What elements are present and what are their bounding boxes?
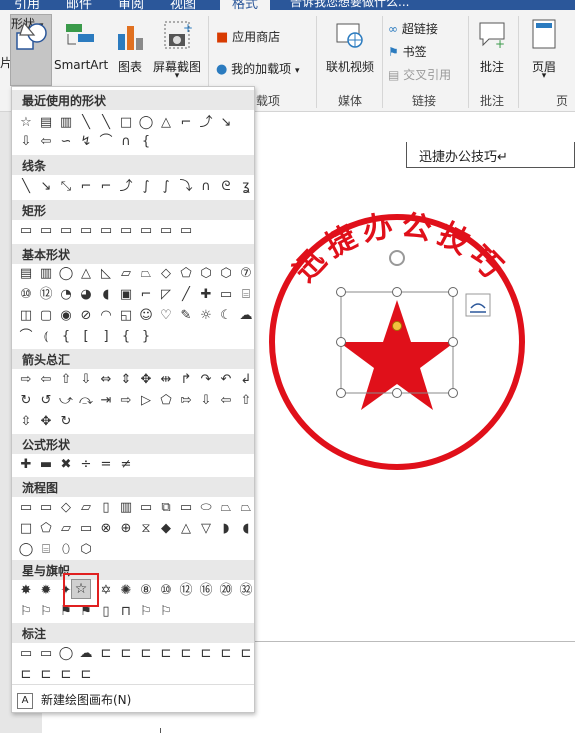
chart-label: 图表 <box>117 60 142 74</box>
tell-me-box[interactable]: 告诉我您想要做什么... <box>290 0 409 10</box>
shape-row[interactable]: ⌒ ⦅{[]{} <box>17 328 253 346</box>
shapes-button[interactable]: 形状 ▾ <box>10 14 52 86</box>
chevron-down-icon: ▾ <box>541 71 547 81</box>
section-block-arrows: 箭头总汇 <box>12 349 254 369</box>
chevron-down-icon: ▾ <box>295 66 300 76</box>
smartart-icon <box>66 24 94 45</box>
header-button[interactable]: 页眉 ▾ <box>522 14 566 84</box>
chevron-down-icon: ▾ <box>174 71 180 81</box>
title-bar: 引用 邮件 审阅 视图 格式 告诉我您想要做什么... <box>0 0 575 10</box>
rotate-handle[interactable] <box>389 250 405 266</box>
chart-button[interactable]: 图表 <box>112 14 148 84</box>
bookmark-icon: ⚑ <box>388 45 399 59</box>
header-icon <box>532 19 556 49</box>
screenshot-button[interactable]: + 屏幕截图 ▾ <box>150 14 204 84</box>
store-icon: ■ <box>216 30 229 45</box>
app-store-label: 应用商店 <box>232 30 281 44</box>
section-basic-shapes: 基本形状 <box>12 244 254 264</box>
shape-row[interactable]: ▭ ▭ ◯ ☁ ⊏ ⊏ ⊏ ⊏ ⊏ ⊏ ⊏ ⊏ <box>17 645 253 663</box>
crossref-button[interactable]: ▤ 交叉引用 <box>388 66 451 83</box>
shape-row[interactable]: ╲ ↘ ⤡ ⌐ ⌐ ⤴ ∫ ∫ ⤵ ∩ ᘓ ʓ <box>17 178 253 196</box>
bar-chart-icon <box>118 26 143 50</box>
tab-review[interactable]: 审阅 <box>118 0 144 10</box>
online-video-button[interactable]: 联机视频 <box>322 14 378 84</box>
divider <box>316 16 317 108</box>
divider <box>468 16 469 108</box>
bookmark-button[interactable]: ⚑ 书签 <box>388 43 427 60</box>
shape-row[interactable]: ⑩ ⑫ ◔ ◕ ◖ ▣ ⌐ ◸ ╱ ✚ ▭ ⌸ <box>17 286 253 304</box>
shape-row[interactable]: ▭ ▭ ◇ ▱ ▯ ▥ ▭ ⧉ ▭ ⬭ ⏢ ⏢ <box>17 499 253 517</box>
section-flowchart: 流程图 <box>12 477 254 497</box>
smartart-label: SmartArt <box>54 58 109 72</box>
addins-icon: ● <box>216 62 228 77</box>
cursor-mark <box>160 728 161 733</box>
new-canvas-label: 新建绘图画布(N) <box>41 693 132 707</box>
shape-row[interactable]: ◫ ▢ ◉ ⊘ ◠ ◱ ☺ ♡ ✎ ☼ ☾ ☁ <box>17 307 253 325</box>
section-rectangles: 矩形 <box>12 200 254 220</box>
section-stars-banners: 星与旗帜 <box>12 560 254 580</box>
crossref-icon: ▤ <box>388 68 400 82</box>
tab-mailings[interactable]: 邮件 <box>66 0 92 10</box>
screenshot-icon: + <box>164 21 193 49</box>
shape-row[interactable]: ⚐ ⚐ ⚑ ⚑ ▯ ⊓ ⚐ ⚐ <box>17 603 253 621</box>
svg-text:+: + <box>183 21 193 35</box>
shape-row[interactable]: ▤ ▥ ◯ △ ◺ ▱ ⏢ ◇ ⬠ ⬡ ⬡ ⑦ <box>17 265 253 283</box>
menu-divider <box>12 684 254 685</box>
shape-row[interactable]: ↻ ↺ ⤻ ⤼ ⇥ ⇨ ▷ ⬠ ⇰ ⇩ ⇦ ⇧ <box>17 392 253 410</box>
canvas-icon: A <box>17 692 33 709</box>
shape-row[interactable]: ⇳ ✥ ↻ <box>17 413 253 431</box>
section-equation-shapes: 公式形状 <box>12 434 254 454</box>
tab-format[interactable]: 格式 <box>220 0 271 10</box>
seal-text: 迅捷办公技巧 <box>287 208 506 289</box>
adjust-handle[interactable] <box>392 321 402 331</box>
svg-text:迅捷办公技巧: 迅捷办公技巧 <box>287 208 512 289</box>
section-callouts: 标注 <box>12 623 254 643</box>
tab-view[interactable]: 视图 <box>170 0 196 10</box>
shape-row[interactable]: ⇩ ⇦ ∽ ↯ ⌒ ∩{ <box>17 133 253 151</box>
bookmark-label: 书签 <box>402 45 427 59</box>
my-addins-button[interactable]: ● 我的加载项 ▾ <box>216 60 300 77</box>
divider <box>518 16 519 108</box>
shape-row[interactable]: ⊏ ⊏ ⊏ ⊏ <box>17 666 253 684</box>
smartart-button[interactable]: SmartArt <box>54 14 108 84</box>
shape-row[interactable]: ✸✹✦☆✡✺⑧⑩⑫⑯⑳㉜ <box>17 582 253 600</box>
page-break-line <box>255 641 575 642</box>
new-canvas-item[interactable]: A 新建绘图画布(N) <box>17 691 131 709</box>
addins-group-label: 载项 <box>256 94 281 108</box>
crossref-label: 交叉引用 <box>403 68 452 82</box>
shape-row[interactable]: □ ⬠ ▱ ▭ ⊗ ⊕ ⧖ ◆ △ ▽ ◗ ◖ <box>17 520 253 538</box>
my-addins-label: 我的加载项 <box>231 62 292 76</box>
hyperlink-button[interactable]: ∞ 超链接 <box>388 20 438 37</box>
shape-row[interactable]: ⇨ ⇦ ⇧ ⇩ ⇔ ⇕ ✥ ⇹ ↱ ↷ ↶ ↲ <box>17 371 253 389</box>
media-group-label: 媒体 <box>338 94 363 108</box>
section-lines: 线条 <box>12 155 254 175</box>
comment-icon: + <box>479 22 505 50</box>
shapes-icon <box>16 21 47 50</box>
divider <box>382 16 383 108</box>
svg-text:+: + <box>495 37 505 50</box>
link-icon: ∞ <box>388 22 398 36</box>
comment-button[interactable]: + 批注 <box>472 14 512 84</box>
hyperlink-label: 超链接 <box>401 22 438 36</box>
shape-row[interactable]: ◯ ⌸ ⬯ ⬡ <box>17 541 253 559</box>
shape-row[interactable]: ✚ ▬ ✖ ÷ = ≠ <box>17 456 253 474</box>
comments-group-label: 批注 <box>480 94 505 108</box>
app-store-button[interactable]: ■ 应用商店 <box>216 28 280 45</box>
shape-row[interactable]: ▭ ▭ ▭ ▭ ▭ ▭ ▭ ▭ ▭ <box>17 222 253 240</box>
tab-references[interactable]: 引用 <box>14 0 40 10</box>
online-video-label: 联机视频 <box>325 60 374 74</box>
shapes-dropdown: 最近使用的形状 ☆ ▤ ▥ ╲ ╲ □ ◯ △ ⌐ ⤴ ↘ ⇩ ⇦ ∽ ↯ ⌒ ∩{ 线条 ╲ ↘ ⤡ ⌐ ⌐ ⤴ ∫ ∫ ⤵… <box>11 86 255 713</box>
shape-row[interactable]: ☆ ▤ ▥ ╲ ╲ □ ◯ △ ⌐ ⤴ ↘ <box>17 114 253 132</box>
links-group-label: 链接 <box>412 94 437 108</box>
section-recent-shapes: 最近使用的形状 <box>12 90 254 110</box>
video-icon <box>336 23 363 48</box>
highlight-box <box>63 573 99 607</box>
comment-label: 批注 <box>479 60 504 74</box>
